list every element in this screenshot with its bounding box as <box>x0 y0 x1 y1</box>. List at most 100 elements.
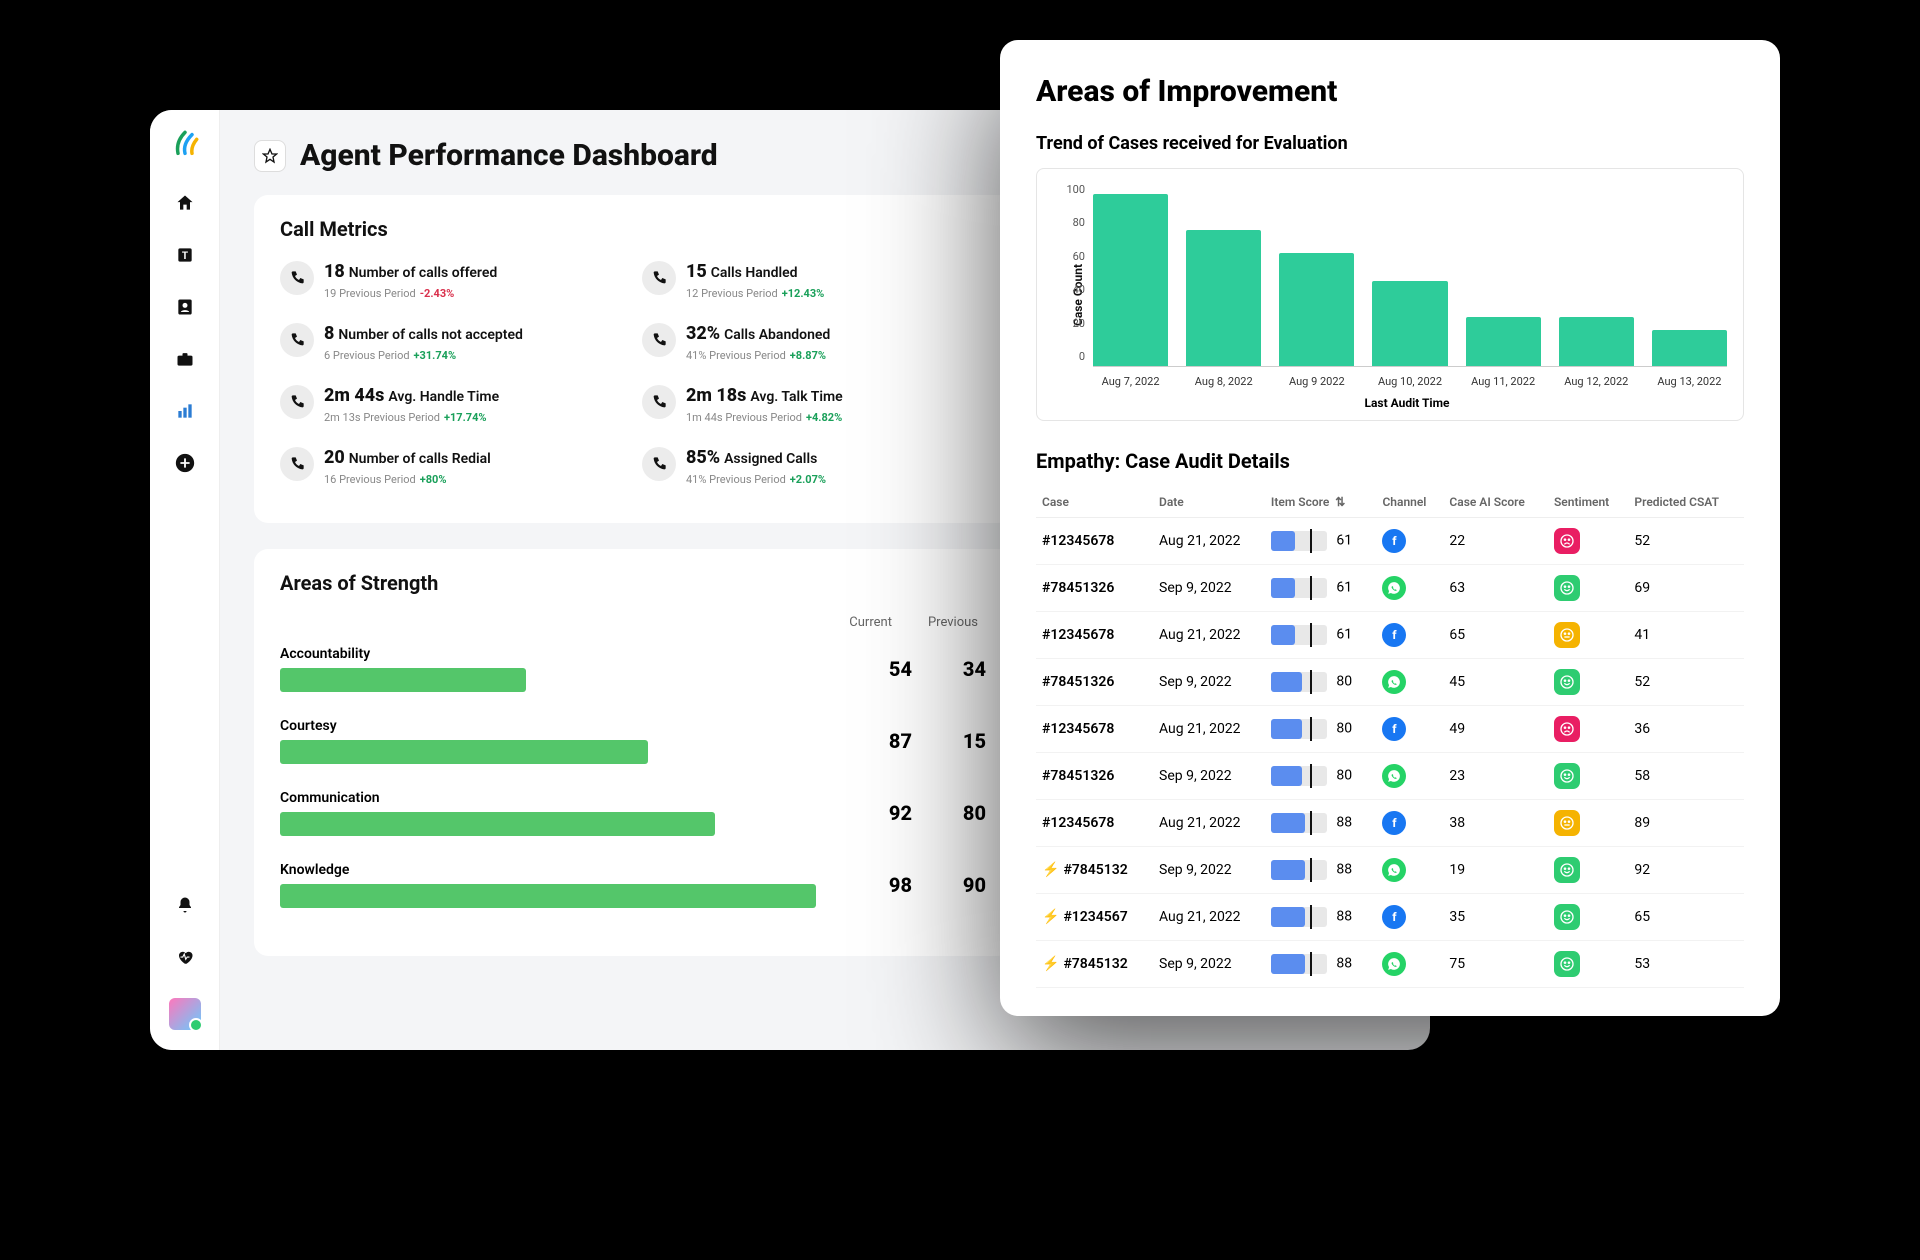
nav-briefcase-icon[interactable] <box>174 348 196 370</box>
phone-icon <box>280 447 314 481</box>
table-row[interactable]: ⚡#1234567 Aug 21, 2022 88 f 35 65 <box>1036 894 1744 941</box>
trend-chart: Case Count 100806040200 Aug 7, 2022Aug 8… <box>1036 168 1744 421</box>
svg-text:T: T <box>181 251 187 262</box>
user-avatar[interactable] <box>169 998 201 1030</box>
facebook-icon: f <box>1382 717 1406 741</box>
phone-icon <box>642 261 676 295</box>
sentiment-icon <box>1554 857 1580 883</box>
chart-bar <box>1186 230 1261 366</box>
score-bar <box>1271 578 1327 598</box>
sidebar: T <box>150 110 220 1050</box>
phone-icon <box>642 385 676 419</box>
nav-text-icon[interactable]: T <box>174 244 196 266</box>
col-case: Case <box>1036 487 1153 518</box>
sentiment-icon <box>1554 622 1580 648</box>
facebook-icon: f <box>1382 529 1406 553</box>
x-axis-label: Last Audit Time <box>1087 396 1727 410</box>
col-item-score[interactable]: Item Score ⇅ <box>1265 487 1377 518</box>
app-logo <box>171 130 199 162</box>
chart-bar <box>1652 330 1727 366</box>
table-row[interactable]: #78451326 Sep 9, 2022 61 63 69 <box>1036 565 1744 612</box>
metric-item: 8 Number of calls not accepted 6 Previou… <box>280 323 624 363</box>
metric-item: 15 Calls Handled 12 Previous Period +12.… <box>642 261 986 301</box>
chart-bar <box>1372 281 1447 366</box>
phone-icon <box>642 447 676 481</box>
table-row[interactable]: #12345678 Aug 21, 2022 61 f 65 41 <box>1036 612 1744 659</box>
chart-bar <box>1559 317 1634 366</box>
score-bar <box>1271 672 1327 692</box>
nav-add-icon[interactable] <box>174 452 196 474</box>
whatsapp-icon <box>1382 764 1406 788</box>
score-bar <box>1271 860 1327 880</box>
metric-item: 85% Assigned Calls 41% Previous Period +… <box>642 447 986 487</box>
strength-title: Areas of Strength <box>280 571 986 595</box>
table-row[interactable]: #78451326 Sep 9, 2022 80 45 52 <box>1036 659 1744 706</box>
call-metrics-title: Call Metrics <box>280 217 986 241</box>
improvement-detail-card: Areas of Improvement Trend of Cases rece… <box>1000 40 1780 1016</box>
bolt-icon: ⚡ <box>1042 956 1059 972</box>
whatsapp-icon <box>1382 576 1406 600</box>
sentiment-icon <box>1554 763 1580 789</box>
nav-analytics-icon[interactable] <box>174 400 196 422</box>
table-row[interactable]: #12345678 Aug 21, 2022 61 f 22 52 <box>1036 518 1744 565</box>
sentiment-icon <box>1554 904 1580 930</box>
metric-item: 2m 18s Avg. Talk Time 1m 44s Previous Pe… <box>642 385 986 425</box>
health-icon[interactable] <box>174 946 196 968</box>
facebook-icon: f <box>1382 811 1406 835</box>
header-previous: Previous <box>928 615 978 630</box>
col-channel: Channel <box>1376 487 1443 518</box>
sentiment-icon <box>1554 575 1580 601</box>
favorite-button[interactable] <box>254 140 286 172</box>
chart-bar <box>1279 253 1354 366</box>
score-bar <box>1271 531 1327 551</box>
table-row[interactable]: ⚡#7845132 Sep 9, 2022 88 75 53 <box>1036 941 1744 988</box>
metric-item: 2m 44s Avg. Handle Time 2m 13s Previous … <box>280 385 624 425</box>
col-ai-score: Case AI Score <box>1443 487 1548 518</box>
sentiment-icon <box>1554 669 1580 695</box>
facebook-icon: f <box>1382 905 1406 929</box>
score-bar <box>1271 766 1327 786</box>
metric-item: 20 Number of calls Redial 16 Previous Pe… <box>280 447 624 487</box>
page-title: Agent Performance Dashboard <box>300 138 718 173</box>
sentiment-icon <box>1554 716 1580 742</box>
table-title: Empathy: Case Audit Details <box>1036 449 1744 473</box>
notifications-icon[interactable] <box>174 894 196 916</box>
strength-row: Communication 9280 <box>280 790 986 836</box>
front-title: Areas of Improvement <box>1036 74 1744 109</box>
sentiment-icon <box>1554 528 1580 554</box>
facebook-icon: f <box>1382 623 1406 647</box>
metric-item: 18 Number of calls offered 19 Previous P… <box>280 261 624 301</box>
strength-row: Courtesy 8715 <box>280 718 986 764</box>
phone-icon <box>642 323 676 357</box>
strength-row: Knowledge 9890 <box>280 862 986 908</box>
col-csat: Predicted CSAT <box>1628 487 1744 518</box>
strength-row: Accountability 5434 <box>280 646 986 692</box>
bolt-icon: ⚡ <box>1042 909 1059 925</box>
header-current: Current <box>849 615 892 630</box>
score-bar <box>1271 954 1327 974</box>
table-row[interactable]: #78451326 Sep 9, 2022 80 23 58 <box>1036 753 1744 800</box>
table-row[interactable]: #12345678 Aug 21, 2022 88 f 38 89 <box>1036 800 1744 847</box>
whatsapp-icon <box>1382 858 1406 882</box>
phone-icon <box>280 385 314 419</box>
audit-table: Case Date Item Score ⇅ Channel Case AI S… <box>1036 487 1744 988</box>
nav-contact-icon[interactable] <box>174 296 196 318</box>
sentiment-icon <box>1554 951 1580 977</box>
whatsapp-icon <box>1382 670 1406 694</box>
chart-bar <box>1093 194 1168 366</box>
whatsapp-icon <box>1382 952 1406 976</box>
table-row[interactable]: ⚡#7845132 Sep 9, 2022 88 19 92 <box>1036 847 1744 894</box>
bolt-icon: ⚡ <box>1042 862 1059 878</box>
col-date: Date <box>1153 487 1265 518</box>
sentiment-icon <box>1554 810 1580 836</box>
table-row[interactable]: #12345678 Aug 21, 2022 80 f 49 36 <box>1036 706 1744 753</box>
score-bar <box>1271 907 1327 927</box>
phone-icon <box>280 261 314 295</box>
score-bar <box>1271 625 1327 645</box>
score-bar <box>1271 813 1327 833</box>
chart-title: Trend of Cases received for Evaluation <box>1036 133 1744 154</box>
nav-home-icon[interactable] <box>174 192 196 214</box>
chart-bar <box>1466 317 1541 366</box>
sort-icon: ⇅ <box>1335 495 1345 509</box>
metric-item: 32% Calls Abandoned 41% Previous Period … <box>642 323 986 363</box>
